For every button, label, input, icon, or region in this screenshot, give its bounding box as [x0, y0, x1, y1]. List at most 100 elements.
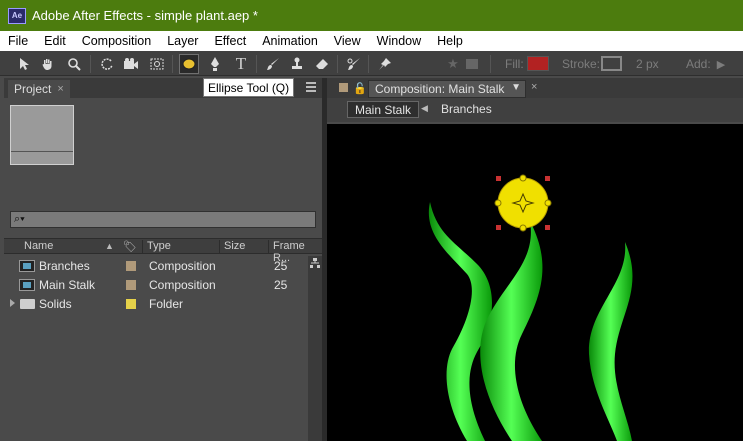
menu-effect[interactable]: Effect: [206, 34, 254, 48]
pan-behind-tool-icon[interactable]: [147, 54, 167, 74]
label-color-swatch[interactable]: [126, 299, 136, 309]
column-separator: [142, 240, 143, 253]
menu-edit[interactable]: Edit: [36, 34, 74, 48]
ellipse-shape[interactable]: [497, 177, 549, 229]
add-menu-arrow-icon[interactable]: ▶: [711, 54, 731, 74]
menu-composition[interactable]: Composition: [74, 34, 159, 48]
brush-tool-icon[interactable]: [263, 54, 283, 74]
add-label: Add:: [686, 57, 711, 71]
label-tag-icon[interactable]: 🏷: [123, 240, 137, 253]
composition-icon: [19, 279, 35, 291]
path-vertex[interactable]: [519, 224, 527, 232]
zoom-tool-icon[interactable]: [64, 54, 84, 74]
hand-tool-icon[interactable]: [38, 54, 58, 74]
path-vertex[interactable]: [519, 174, 527, 182]
stalk-right[interactable]: [588, 242, 633, 441]
label-color-swatch[interactable]: [126, 261, 136, 271]
menu-file[interactable]: File: [0, 34, 36, 48]
fill-color-swatch[interactable]: [527, 56, 549, 71]
project-panel: Project × ⌕▾ Name ▲ 🏷 Type Size Frame R.…: [4, 78, 322, 441]
item-frame-rate: 25: [274, 259, 288, 273]
transform-handle[interactable]: [545, 225, 550, 230]
project-search-input[interactable]: ⌕▾: [10, 211, 316, 228]
tools-panel: T ★ Fill: Stroke: 2 px Add: ▶: [0, 51, 743, 76]
type-tool-icon[interactable]: T: [231, 54, 251, 74]
chevron-down-icon[interactable]: ▼: [511, 82, 521, 93]
menu-bar: File Edit Composition Layer Effect Anima…: [0, 31, 743, 51]
stroke-color-swatch[interactable]: [601, 56, 622, 71]
menu-animation[interactable]: Animation: [254, 34, 326, 48]
puppet-pin-tool-icon[interactable]: [375, 54, 395, 74]
title-bar: Ae Adobe After Effects - simple plant.ae…: [0, 0, 743, 31]
roto-brush-tool-icon[interactable]: [344, 54, 364, 74]
project-item-branches[interactable]: Branches Composition 25: [4, 256, 304, 275]
shape-options-icon: [462, 54, 482, 74]
project-tab-label: Project: [14, 82, 52, 96]
item-type: Composition: [149, 278, 216, 292]
transform-handle[interactable]: [496, 225, 501, 230]
column-name[interactable]: Name: [24, 240, 53, 252]
pen-tool-icon[interactable]: [205, 54, 225, 74]
composition-viewer[interactable]: [327, 124, 743, 441]
menu-window[interactable]: Window: [369, 34, 429, 48]
stroke-label: Stroke:: [562, 57, 601, 71]
composition-tab-label: Composition: Main Stalk: [375, 82, 505, 96]
comp-label-swatch: [339, 83, 348, 92]
transform-handle[interactable]: [496, 176, 501, 181]
composition-canvas[interactable]: [327, 124, 743, 441]
breadcrumb-arrow-icon: ◀: [421, 103, 428, 113]
folder-icon: [20, 299, 35, 309]
stroke-width-value[interactable]: 2 px: [636, 57, 659, 71]
transform-handle[interactable]: [545, 176, 550, 181]
breadcrumb-branches[interactable]: Branches: [441, 102, 492, 116]
composition-breadcrumb: Main Stalk ◀ Branches: [327, 98, 743, 122]
item-name: Main Stalk: [39, 278, 96, 292]
item-name: Branches: [39, 259, 90, 273]
toolbar-separator: [172, 55, 173, 73]
column-separator: [268, 240, 269, 253]
rotation-tool-icon[interactable]: [97, 54, 117, 74]
close-icon[interactable]: ×: [57, 83, 63, 95]
menu-view[interactable]: View: [326, 34, 369, 48]
menu-help[interactable]: Help: [429, 34, 471, 48]
close-icon[interactable]: ×: [531, 81, 537, 93]
ellipse-tool-icon[interactable]: [179, 54, 199, 74]
panel-menu-icon[interactable]: [306, 82, 316, 92]
composition-tab-bar: 🔓 Composition: Main Stalk ▼ ×: [327, 78, 743, 98]
lock-icon[interactable]: 🔓: [353, 82, 367, 95]
composition-panel: 🔓 Composition: Main Stalk ▼ × Main Stalk…: [327, 78, 743, 441]
label-color-swatch[interactable]: [126, 280, 136, 290]
window-title: Adobe After Effects - simple plant.aep *: [32, 8, 258, 23]
path-vertex[interactable]: [494, 199, 502, 207]
project-thumbnail: [10, 105, 74, 165]
clone-stamp-tool-icon[interactable]: [287, 54, 307, 74]
toolbar-separator: [490, 55, 491, 73]
selection-tool-icon[interactable]: [14, 54, 34, 74]
composition-icon: [19, 260, 35, 272]
flowchart-icon[interactable]: [310, 258, 320, 268]
eraser-tool-icon[interactable]: [312, 54, 332, 74]
star-icon: ★: [447, 56, 459, 71]
path-vertex[interactable]: [544, 199, 552, 207]
search-icon: ⌕▾: [14, 213, 25, 225]
expand-triangle-icon[interactable]: [10, 299, 15, 307]
camera-tool-icon[interactable]: [121, 54, 141, 74]
menu-layer[interactable]: Layer: [159, 34, 206, 48]
stalk-center[interactable]: [480, 221, 543, 441]
project-item-main-stalk[interactable]: Main Stalk Composition 25: [4, 275, 304, 294]
project-tab[interactable]: Project ×: [8, 80, 70, 98]
flowchart-column: [308, 256, 322, 441]
stalk-left[interactable]: [428, 202, 492, 441]
project-item-solids[interactable]: Solids Folder: [4, 294, 304, 313]
toolbar-separator: [337, 55, 338, 73]
item-name: Solids: [39, 297, 72, 311]
toolbar-separator: [368, 55, 369, 73]
breadcrumb-main-stalk[interactable]: Main Stalk: [347, 101, 420, 118]
column-size[interactable]: Size: [224, 240, 245, 252]
column-separator: [219, 240, 220, 253]
item-type: Folder: [149, 297, 184, 311]
fill-label: Fill:: [505, 57, 524, 71]
tool-tooltip: Ellipse Tool (Q): [203, 78, 295, 97]
column-type[interactable]: Type: [147, 240, 171, 252]
composition-tab[interactable]: Composition: Main Stalk ▼: [368, 80, 526, 98]
